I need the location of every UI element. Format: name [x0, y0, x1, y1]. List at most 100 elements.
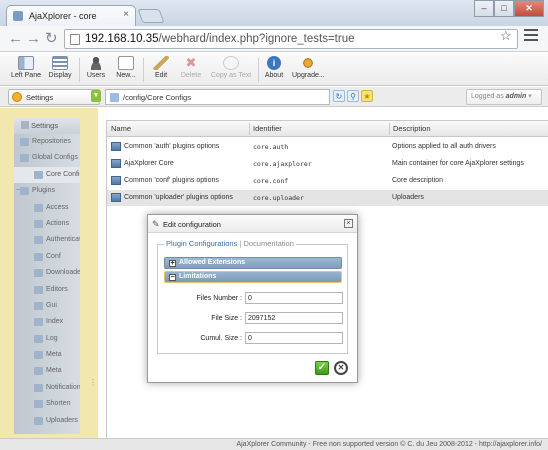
tree-node-icon — [34, 416, 43, 425]
tab-plugin-configurations[interactable]: Plugin Configurations — [166, 239, 237, 248]
files-number-label: Files Number : — [196, 295, 242, 302]
tab-close-icon[interactable]: × — [123, 9, 129, 20]
ok-button[interactable]: ✓ — [315, 361, 329, 375]
url-host: 192.168.10.35 — [85, 33, 159, 45]
bookmark-star-icon[interactable]: ☆ — [500, 28, 512, 44]
cumul-size-input[interactable] — [245, 332, 343, 344]
tree-item[interactable]: Repositories — [14, 134, 80, 150]
tree-item[interactable]: Gui — [14, 298, 80, 314]
pane-splitter-handle[interactable]: ⋮ — [89, 378, 97, 390]
restore-button[interactable]: □ — [494, 0, 514, 17]
tree-item[interactable]: Global Configs — [14, 150, 80, 166]
users-button[interactable]: Users — [84, 56, 108, 79]
tree-node-icon — [34, 203, 43, 212]
column-divider[interactable] — [249, 123, 250, 135]
repository-select[interactable]: Settings — [8, 89, 100, 105]
path-input[interactable]: /config/Core Configs — [105, 89, 330, 105]
upgrade-button[interactable]: Upgrade... — [292, 56, 325, 79]
tree-item[interactable]: Uploaders — [14, 413, 80, 429]
back-arrow-icon[interactable]: ← — [8, 31, 23, 46]
tree-node-icon — [34, 170, 43, 179]
tree-item-label: Plugins — [32, 187, 55, 195]
refresh-icon[interactable]: ↻ — [333, 90, 345, 102]
tree-item[interactable]: − Plugins — [14, 183, 80, 199]
table-row[interactable]: Common 'uploader' plugins options core.up… — [107, 190, 548, 206]
window-controls: – □ ✕ — [474, 0, 544, 17]
dialog-close-icon[interactable]: × — [344, 219, 353, 228]
logged-as-button[interactable]: Logged as admin ▾ — [466, 89, 542, 105]
tree-item[interactable]: Log — [14, 331, 80, 347]
tree-item-label: Meta — [46, 367, 62, 375]
left-pane-button[interactable]: Left Pane — [8, 56, 44, 79]
tree-item[interactable]: Index — [14, 314, 80, 330]
left-pane: Settings Repositories Global Configs Core … — [0, 108, 98, 438]
copy-as-text-button[interactable]: Copy as Text — [210, 56, 252, 79]
reload-icon[interactable]: ↻ — [45, 31, 58, 46]
tree-node-icon — [20, 154, 29, 163]
tree-item[interactable]: Meta — [14, 363, 80, 379]
tree-node-icon — [34, 219, 43, 228]
config-row-icon — [111, 159, 121, 168]
new-button[interactable]: New... — [114, 56, 138, 79]
column-header-description[interactable]: Description — [393, 124, 431, 133]
minimize-button[interactable]: – — [474, 0, 494, 17]
browser-menu-icon[interactable] — [524, 29, 538, 44]
tree-item[interactable]: Meta — [14, 347, 80, 363]
table-row[interactable]: AjaXplorer Core core.ajaxplorer Main conta… — [107, 156, 548, 172]
browser-titlebar: AjaXplorer - core × – □ ✕ — [0, 0, 548, 26]
browser-navbar: ← → ↻ 192.168.10.35/webhard/index.php?ig… — [0, 26, 548, 52]
column-divider[interactable] — [389, 123, 390, 135]
left-pane-label: Left Pane — [11, 72, 41, 79]
tree-item[interactable]: Editors — [14, 282, 80, 298]
row-description: Core description — [392, 177, 443, 184]
tree-header[interactable]: Settings — [14, 118, 80, 134]
row-description: Main container for core AjaXplorer setti… — [392, 160, 524, 167]
edit-button[interactable]: Edit — [150, 56, 172, 79]
tree-item[interactable]: Shorten — [14, 396, 80, 412]
tree-item-label: Gui — [46, 301, 57, 309]
tree-item[interactable]: Conf — [14, 249, 80, 265]
edit-pencil-icon: ✎ — [152, 219, 160, 229]
list-header: Name Identifier Description — [107, 121, 548, 137]
column-header-identifier[interactable]: Identifier — [253, 124, 282, 133]
dialog-titlebar[interactable]: ✎ Edit configuration × — [148, 215, 357, 233]
tree-item[interactable]: Authentication — [14, 232, 80, 248]
file-size-input[interactable] — [245, 312, 343, 324]
bookmark-star-icon[interactable]: ★ — [361, 90, 373, 102]
about-button[interactable]: i About — [262, 56, 286, 79]
page-icon — [70, 34, 80, 45]
cancel-button[interactable]: ✕ — [334, 361, 348, 375]
section-allowed-extensions[interactable]: + Allowed Extensions — [164, 257, 342, 269]
new-tab-button[interactable] — [137, 9, 165, 23]
column-header-name[interactable]: Name — [111, 124, 131, 133]
display-button[interactable]: Display — [46, 56, 74, 79]
tree-item[interactable]: Downloaders — [14, 265, 80, 281]
delete-button[interactable]: ✖ Delete — [178, 56, 204, 80]
tree-item[interactable]: Notifications — [14, 380, 80, 396]
tree-item-label: Repositories — [32, 138, 71, 145]
tree-item[interactable]: Access — [14, 200, 80, 216]
settings-icon — [21, 121, 29, 129]
row-identifier: core.auth — [253, 143, 289, 151]
row-name: Common 'auth' plugins options — [124, 143, 220, 150]
row-description: Uploaders — [392, 194, 424, 201]
tree-item[interactable]: Core Configs — [14, 166, 80, 184]
section-limitations[interactable]: − Limitations — [164, 271, 342, 283]
display-icon — [52, 56, 68, 70]
tree-node-icon — [34, 301, 43, 310]
tree-node-icon — [34, 318, 43, 327]
repository-dropdown-button[interactable]: ▼ — [91, 90, 101, 102]
tree-item-label: Meta — [46, 351, 62, 359]
upgrade-label: Upgrade... — [292, 72, 325, 79]
table-row[interactable]: Common 'conf' plugins options core.conf Co… — [107, 173, 548, 189]
forward-arrow-icon[interactable]: → — [26, 31, 41, 46]
tree-item[interactable]: Actions — [14, 216, 80, 232]
close-window-button[interactable]: ✕ — [514, 0, 544, 17]
address-bar[interactable]: 192.168.10.35/webhard/index.php?ignore_t… — [64, 29, 518, 49]
search-icon[interactable]: ⚲ — [347, 90, 359, 102]
files-number-input[interactable] — [245, 292, 343, 304]
table-row[interactable]: Common 'auth' plugins options core.auth Op… — [107, 139, 548, 155]
tab-documentation[interactable]: Documentation — [243, 239, 293, 248]
favicon-icon — [13, 11, 23, 21]
browser-tab[interactable]: AjaXplorer - core × — [6, 5, 136, 26]
